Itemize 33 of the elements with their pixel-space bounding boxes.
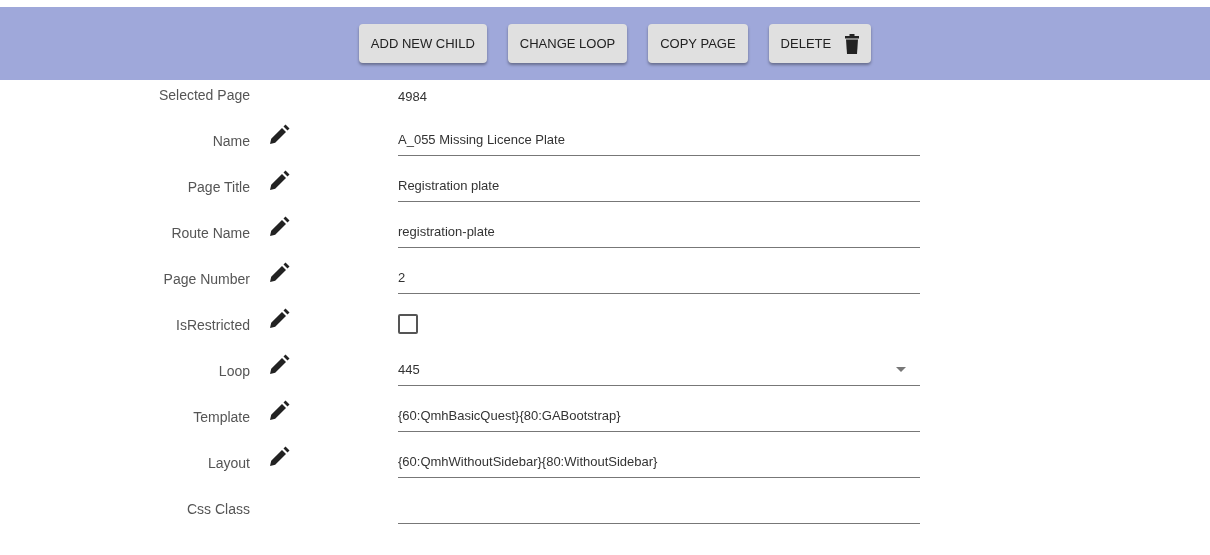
field-label: Css Class <box>186 500 250 519</box>
input-field[interactable]: registration-plate <box>398 216 920 248</box>
field-label: Layout <box>206 454 250 473</box>
delete-button[interactable]: DELETE <box>768 24 872 63</box>
field-label: Selected Page <box>157 86 250 105</box>
field-label: Page Title <box>186 178 250 197</box>
input-field[interactable]: A_055 Missing Licence Plate <box>398 124 920 156</box>
input-field[interactable]: {60:QmhWithoutSidebar}{80:WithoutSidebar} <box>398 446 920 478</box>
toolbar-button[interactable]: ADD NEW CHILD <box>358 24 487 63</box>
input-field[interactable]: {60:QmhBasicQuest}{80:GABootstrap} <box>398 400 920 432</box>
field-label: Page Number <box>162 270 250 289</box>
trash-icon <box>845 33 860 54</box>
toolbar-button[interactable]: COPY PAGE <box>648 24 748 63</box>
field-label: IsRestricted <box>175 316 250 335</box>
field-label: Template <box>192 408 250 427</box>
input-field[interactable]: 2 <box>398 262 920 294</box>
input-field[interactable]: Registration plate <box>398 170 920 202</box>
caret-icon <box>896 367 906 372</box>
select-field[interactable]: 445 <box>398 354 920 386</box>
checkbox[interactable] <box>398 314 418 334</box>
pencil-icon[interactable] <box>270 400 290 420</box>
pencil-icon[interactable] <box>270 354 290 374</box>
pencil-icon[interactable] <box>270 216 290 236</box>
pencil-icon[interactable] <box>270 170 290 190</box>
field-label: Name <box>211 132 250 151</box>
field-value: 4984 <box>398 87 427 106</box>
toolbar-button[interactable]: CHANGE LOOP <box>507 24 628 63</box>
pencil-icon[interactable] <box>270 124 290 144</box>
pencil-icon[interactable] <box>270 308 290 328</box>
pencil-icon[interactable] <box>270 262 290 282</box>
field-label: Loop <box>217 362 250 381</box>
pencil-icon[interactable] <box>270 446 290 466</box>
field-label: Route Name <box>170 224 250 243</box>
